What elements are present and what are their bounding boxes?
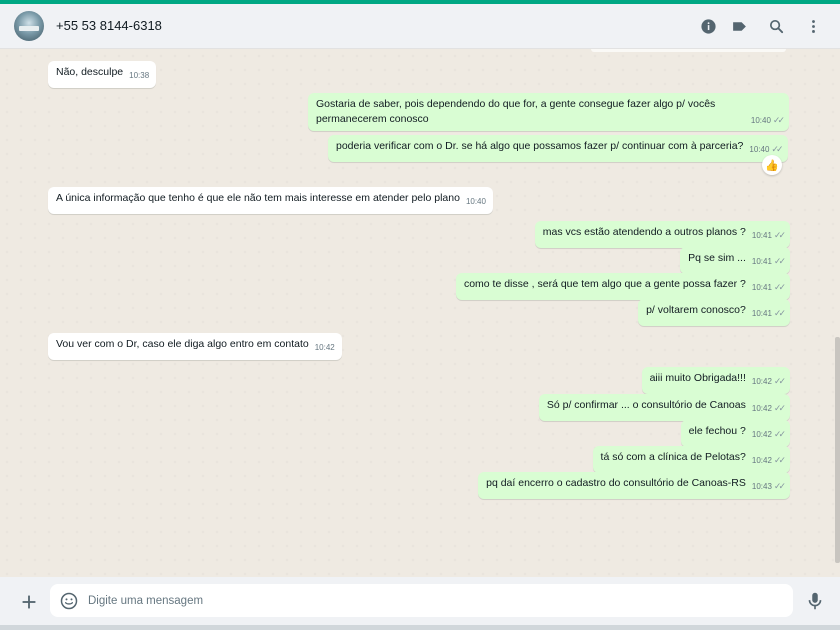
message-outgoing[interactable]: Pq se sim ... 10:41 ✓✓ (680, 247, 790, 274)
thumbs-up-reaction[interactable]: 👍 (762, 155, 782, 175)
attach-plus-icon[interactable] (18, 591, 40, 613)
double-check-icon: ✓✓ (773, 308, 786, 318)
message-text: A única informação que tenho é que ele n… (56, 192, 460, 204)
double-check-icon: ✓✓ (773, 455, 786, 465)
message-outgoing[interactable]: Só p/ confirmar ... o consultório de Can… (538, 394, 790, 421)
message-time: 10:40 (465, 197, 486, 206)
info-icon[interactable] (698, 16, 718, 36)
double-check-icon: ✓✓ (773, 282, 786, 292)
message-meta: 10:41 ✓✓ (751, 280, 786, 295)
message-time: 10:41 (751, 257, 772, 266)
double-check-icon: ✓✓ (773, 403, 786, 413)
message-outgoing[interactable]: p/ voltarem conosco? 10:41 ✓✓ (638, 299, 790, 326)
message-outgoing[interactable]: como te disse , será que tem algo que a … (455, 273, 790, 300)
message-meta: 10:41 ✓✓ (751, 306, 786, 321)
message-text: tá só com a clínica de Pelotas? (600, 451, 746, 463)
message-time: 10:40 (749, 145, 770, 154)
message-text: Gostaria de saber, pois dependendo do qu… (316, 98, 716, 125)
double-check-icon: ✓✓ (771, 144, 783, 154)
message-text: como te disse , será que tem algo que a … (463, 278, 746, 290)
search-icon[interactable] (766, 16, 786, 36)
message-time: 10:42 (751, 377, 772, 386)
message-meta: 10:43 ✓✓ (751, 479, 786, 494)
double-check-icon: ✓✓ (773, 230, 786, 240)
message-meta: 10:40 ✓✓ (749, 142, 783, 157)
previous-message-edge (591, 49, 786, 52)
message-text: p/ voltarem conosco? (646, 304, 746, 316)
message-text: ele fechou ? (688, 425, 746, 437)
message-outgoing[interactable]: pq daí encerro o cadastro do consultório… (478, 472, 790, 499)
message-outgoing[interactable]: mas vcs estão atendendo a outros planos … (534, 221, 790, 248)
message-text: Não, desculpe (56, 66, 124, 78)
message-text: Só p/ confirmar ... o consultório de Can… (546, 399, 746, 411)
message-text: Vou ver com o Dr, caso ele diga algo ent… (56, 338, 309, 350)
message-meta: 10:40 ✓✓ (750, 113, 785, 128)
message-text: mas vcs estão atendendo a outros planos … (542, 226, 746, 238)
message-time: 10:40 (750, 116, 771, 125)
double-check-icon: ✓✓ (773, 481, 786, 491)
message-meta: 10:42 ✓✓ (751, 374, 786, 389)
message-meta: 10:41 ✓✓ (751, 228, 786, 243)
contact-name[interactable]: +55 53 8144-6318 (56, 18, 162, 33)
double-check-icon: ✓✓ (772, 115, 785, 125)
menu-icon[interactable] (803, 16, 823, 36)
message-meta: 10:42 ✓✓ (751, 427, 786, 442)
message-text: Pq se sim ... (688, 252, 746, 264)
double-check-icon: ✓✓ (773, 376, 786, 386)
message-time: 10:42 (314, 343, 335, 352)
message-time: 10:38 (129, 71, 150, 80)
double-check-icon: ✓✓ (773, 429, 786, 439)
message-time: 10:41 (751, 231, 772, 240)
message-meta: 10:42 ✓✓ (751, 453, 786, 468)
message-time: 10:41 (751, 283, 772, 292)
window-bottom-edge (0, 625, 840, 630)
message-incoming[interactable]: Vou ver com o Dr, caso ele diga algo ent… (48, 333, 342, 360)
message-text: pq daí encerro o cadastro do consultório… (486, 477, 746, 489)
double-check-icon: ✓✓ (773, 256, 786, 266)
message-time: 10:43 (751, 482, 772, 491)
message-outgoing[interactable]: aiii muito Obrigada!!! 10:42 ✓✓ (641, 367, 790, 394)
message-outgoing[interactable]: ele fechou ? 10:42 ✓✓ (680, 420, 790, 447)
message-outgoing[interactable]: Gostaria de saber, pois dependendo do qu… (308, 93, 789, 131)
message-time: 10:42 (751, 456, 772, 465)
avatar[interactable] (14, 11, 44, 41)
microphone-icon[interactable] (804, 590, 826, 612)
message-input[interactable] (88, 584, 778, 617)
message-text: aiii muito Obrigada!!! (649, 372, 746, 384)
message-time: 10:42 (751, 404, 772, 413)
message-incoming[interactable]: Não, desculpe 10:38 (48, 61, 157, 88)
emoji-icon[interactable] (59, 591, 79, 611)
scrollbar[interactable] (835, 337, 840, 563)
message-text: poderia verificar com o Dr. se há algo q… (336, 140, 744, 152)
message-outgoing[interactable]: tá só com a clínica de Pelotas? 10:42 ✓✓ (592, 446, 790, 473)
message-meta: 10:41 ✓✓ (751, 254, 786, 269)
chat-header: +55 53 8144-6318 (0, 4, 840, 49)
message-meta: 10:42 ✓✓ (751, 401, 786, 416)
label-icon[interactable] (729, 16, 749, 36)
message-outgoing[interactable]: poderia verificar com o Dr. se há algo q… (328, 135, 788, 162)
message-time: 10:41 (751, 309, 772, 318)
message-incoming[interactable]: A única informação que tenho é que ele n… (48, 187, 493, 214)
message-time: 10:42 (751, 430, 772, 439)
